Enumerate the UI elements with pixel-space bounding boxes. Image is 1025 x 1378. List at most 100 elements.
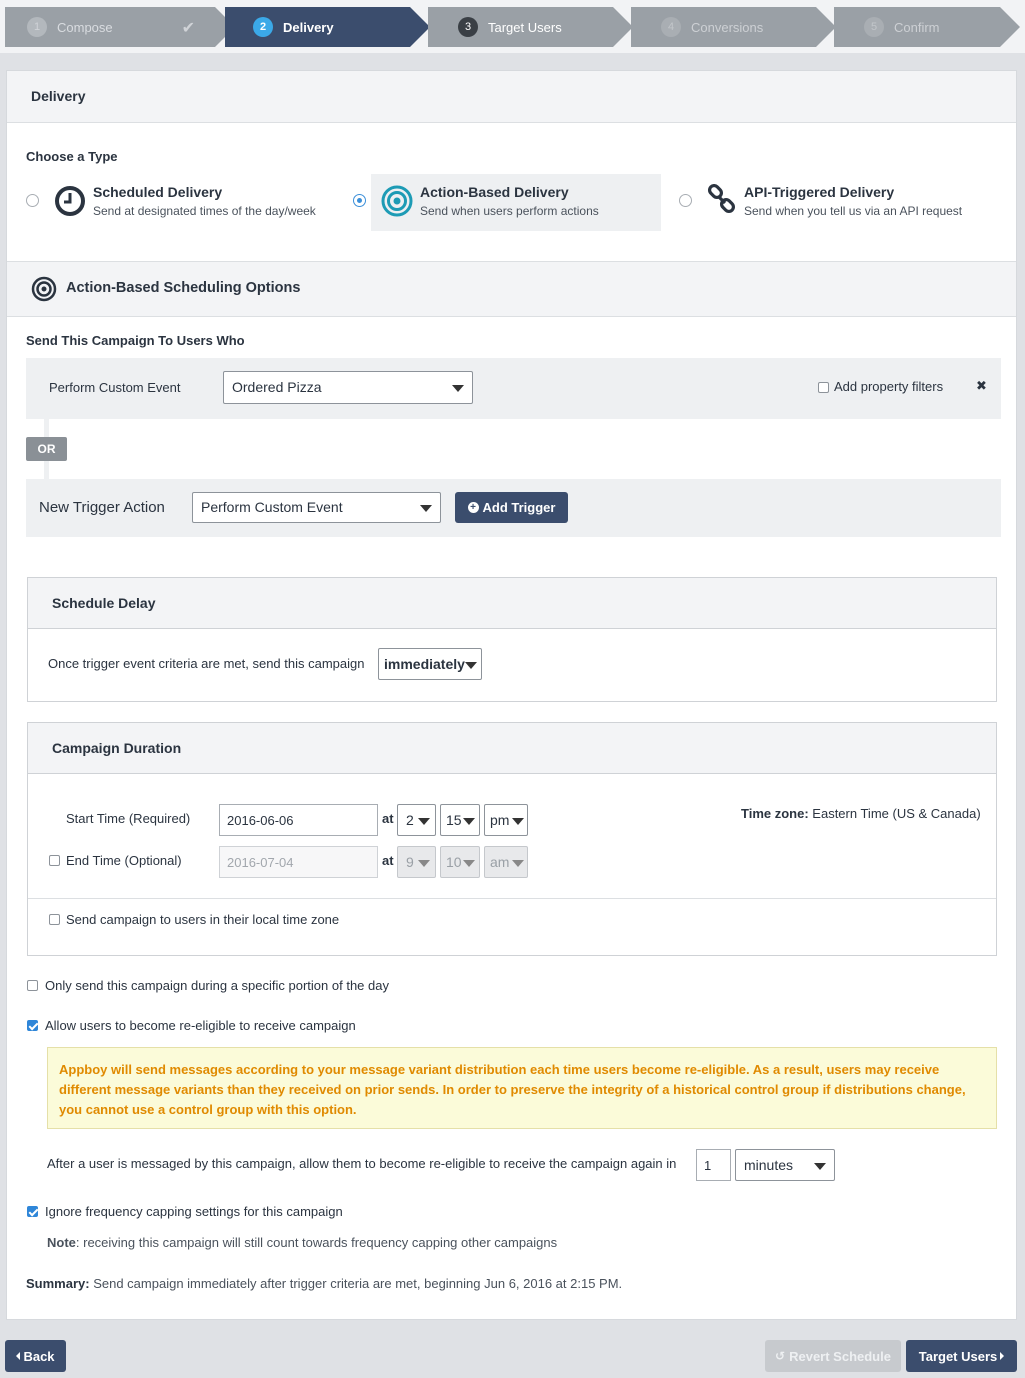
section-title: Action-Based Scheduling Options <box>66 280 301 296</box>
select-value: 15 <box>446 812 462 828</box>
new-trigger-label: New Trigger Action <box>39 499 165 516</box>
campaign-duration-box: Campaign Duration Start Time (Required) … <box>27 722 997 956</box>
button-label: Back <box>23 1348 55 1364</box>
property-filters-checkbox[interactable] <box>818 382 829 393</box>
step-target-users[interactable]: 3 Target Users <box>428 7 633 47</box>
type-subtitle: Send at designated times of the day/week <box>93 204 316 218</box>
timezone-label: Time zone: <box>741 806 809 821</box>
button-label: Add Trigger <box>482 500 556 515</box>
choose-type-label: Choose a Type <box>26 149 118 164</box>
delay-select[interactable]: immediately <box>378 648 482 680</box>
revert-schedule-button[interactable]: ↺ Revert Schedule <box>765 1340 901 1372</box>
caret-right-icon <box>1000 1352 1005 1360</box>
undo-icon: ↺ <box>775 1349 786 1363</box>
type-action-based[interactable]: Action-Based Delivery Send when users pe… <box>371 174 661 231</box>
step-compose[interactable]: 1 Compose ✔ <box>5 7 235 47</box>
button-label: Revert Schedule <box>789 1348 891 1364</box>
end-minute-select[interactable]: 10 <box>440 846 480 878</box>
wizard-steps: 1 Compose ✔ 2 Delivery 3 Target Users 4 … <box>0 0 1025 53</box>
action-options-header: Action-Based Scheduling Options <box>7 261 1016 317</box>
reeligible-label: Allow users to become re-eligible to rec… <box>45 1018 356 1033</box>
summary-label: Summary: <box>26 1276 90 1291</box>
divider <box>28 898 996 899</box>
type-scheduled[interactable]: Scheduled Delivery Send at designated ti… <box>93 184 316 218</box>
note-label: Note <box>47 1235 76 1250</box>
at-label: at <box>382 853 394 868</box>
step-confirm[interactable]: 5 Confirm <box>834 7 1020 47</box>
end-ampm-select[interactable]: am <box>484 846 528 878</box>
step-number: 5 <box>864 17 884 37</box>
step-label: Confirm <box>894 19 940 35</box>
remove-icon[interactable]: ✖ <box>976 378 987 394</box>
select-value: am <box>490 854 510 870</box>
new-trigger-row: New Trigger Action Perform Custom Event … <box>26 479 1001 537</box>
reeligible-amount-input[interactable]: 1 <box>696 1149 731 1181</box>
portion-of-day-label: Only send this campaign during a specifi… <box>45 978 389 993</box>
step-label: Conversions <box>691 19 764 35</box>
step-label: Delivery <box>283 19 334 35</box>
start-minute-select[interactable]: 15 <box>440 804 480 836</box>
end-time-checkbox[interactable] <box>49 855 60 866</box>
clock-icon <box>54 185 86 220</box>
send-to-label: Send This Campaign To Users Who <box>26 333 245 348</box>
reeligible-checkbox[interactable] <box>27 1020 38 1031</box>
local-timezone-label: Send campaign to users in their local ti… <box>66 912 340 927</box>
box-title: Schedule Delay <box>28 578 996 629</box>
or-badge: OR <box>26 437 67 461</box>
end-time-label: End Time (Optional) <box>66 853 182 868</box>
property-filters-label: Add property filters <box>834 379 944 394</box>
schedule-delay-box: Schedule Delay Once trigger event criter… <box>27 577 997 702</box>
summary-text: Send campaign immediately after trigger … <box>93 1276 623 1291</box>
end-hour-select[interactable]: 9 <box>397 846 436 878</box>
at-label: at <box>382 811 394 826</box>
step-number: 1 <box>27 17 47 37</box>
target-icon <box>31 276 57 305</box>
portion-of-day-checkbox[interactable] <box>27 980 38 991</box>
start-date-input[interactable]: 2016-06-06 <box>219 804 378 836</box>
step-conversions[interactable]: 4 Conversions <box>631 7 836 47</box>
trigger-action-select[interactable]: Perform Custom Event <box>192 492 441 523</box>
trigger-row: Perform Custom Event Ordered Pizza Add p… <box>26 358 1001 419</box>
select-value: immediately <box>384 656 465 672</box>
link-icon <box>707 183 737 217</box>
delivery-card: Delivery Choose a Type Scheduled Deliver… <box>6 70 1017 1320</box>
capping-note: Note: receiving this campaign will still… <box>47 1235 557 1250</box>
caret-left-icon <box>16 1352 21 1360</box>
start-hour-select[interactable]: 2 <box>397 804 436 836</box>
back-button[interactable]: Back <box>5 1340 66 1372</box>
reeligible-unit-select[interactable]: minutes <box>735 1149 835 1181</box>
type-title: API-Triggered Delivery <box>744 184 895 200</box>
ignore-capping-checkbox[interactable] <box>27 1206 38 1217</box>
step-delivery[interactable]: 2 Delivery <box>225 7 430 47</box>
select-value: 9 <box>406 854 414 870</box>
type-title: Action-Based Delivery <box>420 184 569 200</box>
type-title: Scheduled Delivery <box>93 184 223 200</box>
step-label: Target Users <box>488 19 562 35</box>
note-text: : receiving this campaign will still cou… <box>75 1235 558 1250</box>
target-users-button[interactable]: Target Users <box>906 1340 1017 1372</box>
radio-scheduled[interactable] <box>26 194 39 207</box>
reeligible-text: After a user is messaged by this campaig… <box>47 1156 677 1171</box>
start-time-label: Start Time (Required) <box>66 811 191 826</box>
timezone-display: Time zone: Eastern Time (US & Canada) <box>741 806 981 821</box>
local-timezone-checkbox[interactable] <box>49 914 60 925</box>
delay-text: Once trigger event criteria are met, sen… <box>48 656 365 671</box>
type-subtitle: Send when users perform actions <box>420 204 599 218</box>
radio-action-based[interactable] <box>353 194 366 207</box>
target-icon <box>381 185 413 220</box>
reeligible-warning: Appboy will send messages according to y… <box>47 1047 997 1129</box>
type-subtitle: Send when you tell us via an API request <box>744 204 963 218</box>
timezone-value: Eastern Time (US & Canada) <box>812 806 981 821</box>
select-value: minutes <box>744 1157 794 1173</box>
step-number: 4 <box>661 17 681 37</box>
type-api-triggered[interactable]: API-Triggered Delivery Send when you tel… <box>744 184 962 218</box>
select-value: 10 <box>446 854 462 870</box>
end-date-input[interactable]: 2016-07-04 <box>219 846 378 878</box>
radio-api-triggered[interactable] <box>679 194 692 207</box>
select-value: Perform Custom Event <box>201 499 343 515</box>
start-ampm-select[interactable]: pm <box>484 804 528 836</box>
event-select[interactable]: Ordered Pizza <box>223 371 473 404</box>
summary: Summary: Send campaign immediately after… <box>26 1276 622 1291</box>
add-trigger-button[interactable]: + Add Trigger <box>455 492 568 523</box>
plus-icon: + <box>467 502 479 513</box>
